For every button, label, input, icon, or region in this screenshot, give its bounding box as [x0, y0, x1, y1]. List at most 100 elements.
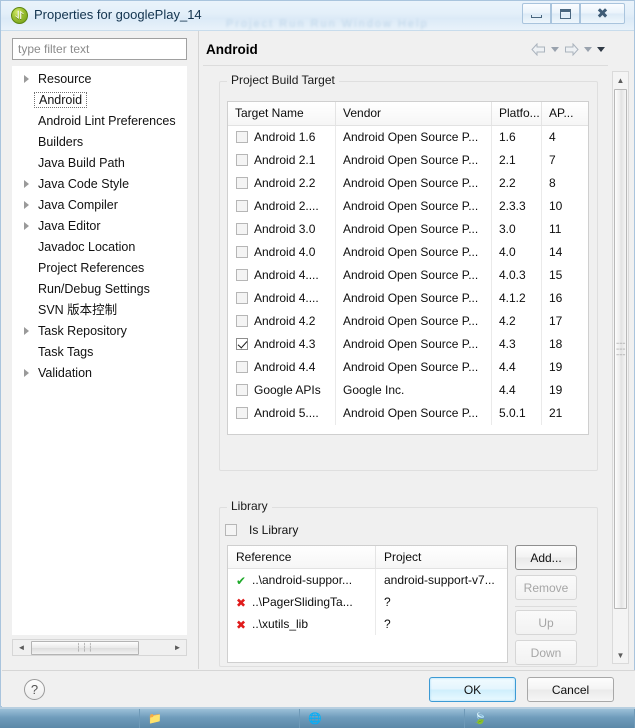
library-reference-table[interactable]: Reference Project ✔ ..\android-suppor... a… — [227, 545, 508, 663]
taskbar-item[interactable]: 🌐 — [300, 709, 465, 728]
target-checkbox[interactable] — [236, 246, 248, 258]
sidebar-item-svn[interactable]: SVN 版本控制 — [12, 300, 187, 321]
taskbar-item[interactable]: 🍃 — [465, 709, 635, 728]
add-library-button[interactable]: Add... — [515, 545, 577, 570]
back-arrow-icon[interactable] — [531, 43, 546, 56]
sidebar-item-android[interactable]: Android — [12, 90, 187, 111]
maximize-button[interactable] — [551, 3, 580, 24]
hscroll-thumb[interactable]: ┆┆┆ — [31, 640, 139, 655]
library-row[interactable]: ✔ ..\android-suppor... android-support-v7.… — [228, 569, 507, 591]
table-row[interactable]: Android 2.... Android Open Source P... 2.3… — [228, 195, 588, 218]
sidebar-item-java-editor[interactable]: Java Editor — [12, 216, 187, 237]
help-icon[interactable]: ? — [24, 679, 45, 700]
remove-library-button[interactable]: Remove — [515, 575, 577, 600]
move-up-button[interactable]: Up — [515, 610, 577, 635]
column-header-project[interactable]: Project — [376, 546, 507, 568]
back-dropdown-icon[interactable] — [551, 47, 559, 52]
target-name-cell[interactable]: Android 4.... — [228, 264, 336, 287]
table-row[interactable]: Android 2.2 Android Open Source P... 2.2 8 — [228, 172, 588, 195]
target-checkbox[interactable] — [236, 384, 248, 396]
chevron-right-icon[interactable] — [24, 327, 29, 335]
sidebar-item-run-debug-settings[interactable]: Run/Debug Settings — [12, 279, 187, 300]
table-row[interactable]: Android 4.... Android Open Source P... 4.0… — [228, 264, 588, 287]
library-row[interactable]: ✖ ..\xutils_lib? — [228, 613, 507, 635]
sidebar-item-java-compiler[interactable]: Java Compiler — [12, 195, 187, 216]
table-row[interactable]: Android 4.3 Android Open Source P... 4.3 18 — [228, 333, 588, 356]
target-name-cell[interactable]: Android 2.1 — [228, 149, 336, 172]
target-name-cell[interactable]: Android 4.... — [228, 287, 336, 310]
table-row[interactable]: Android 5.... Android Open Source P... 5.0… — [228, 402, 588, 425]
sidebar-item-resource[interactable]: Resource — [12, 69, 187, 90]
target-name-cell[interactable]: Android 4.0 — [228, 241, 336, 264]
table-row[interactable]: Android 4.2 Android Open Source P... 4.2 17 — [228, 310, 588, 333]
column-header-target-name[interactable]: Target Name — [228, 102, 336, 125]
forward-arrow-icon[interactable] — [564, 43, 579, 56]
sidebar-item-builders[interactable]: Builders — [12, 132, 187, 153]
chevron-right-icon[interactable] — [24, 222, 29, 230]
library-row[interactable]: ✖ ..\PagerSlidingTa...? — [228, 591, 507, 613]
table-row[interactable]: Google APIs Google Inc. 4.4 19 — [228, 379, 588, 402]
column-header-api[interactable]: AP... — [542, 102, 588, 125]
minimize-button[interactable] — [522, 3, 551, 24]
forward-dropdown-icon[interactable] — [584, 47, 592, 52]
target-name-cell[interactable]: Android 2.... — [228, 195, 336, 218]
target-checkbox[interactable] — [236, 407, 248, 419]
table-row[interactable]: Android 4.... Android Open Source P... 4.1… — [228, 287, 588, 310]
is-library-checkbox-row[interactable]: Is Library — [225, 523, 298, 537]
column-header-reference[interactable]: Reference — [228, 546, 376, 568]
scroll-right-icon[interactable]: ► — [169, 640, 186, 655]
reference-cell[interactable]: ✖ ..\xutils_lib — [228, 613, 376, 635]
table-row[interactable]: Android 2.1 Android Open Source P... 2.1 7 — [228, 149, 588, 172]
chevron-right-icon[interactable] — [24, 75, 29, 83]
table-row[interactable]: Android 3.0 Android Open Source P... 3.0 11 — [228, 218, 588, 241]
table-row[interactable]: Android 1.6 Android Open Source P... 1.6 4 — [228, 126, 588, 149]
target-name-cell[interactable]: Android 4.3 — [228, 333, 336, 356]
target-name-cell[interactable]: Android 1.6 — [228, 126, 336, 149]
target-checkbox[interactable] — [236, 131, 248, 143]
ok-button[interactable]: OK — [429, 677, 516, 702]
chevron-right-icon[interactable] — [24, 369, 29, 377]
target-name-cell[interactable]: Android 3.0 — [228, 218, 336, 241]
is-library-checkbox[interactable] — [225, 524, 237, 536]
taskbar-item[interactable]: 📁 — [140, 709, 300, 728]
table-row[interactable]: Android 4.0 Android Open Source P... 4.0 14 — [228, 241, 588, 264]
filter-input[interactable] — [12, 38, 187, 60]
target-checkbox[interactable] — [236, 154, 248, 166]
target-name-cell[interactable]: Google APIs — [228, 379, 336, 402]
target-checkbox[interactable] — [236, 223, 248, 235]
scroll-up-icon[interactable]: ▲ — [613, 72, 628, 88]
chevron-right-icon[interactable] — [24, 180, 29, 188]
target-checkbox[interactable] — [236, 269, 248, 281]
target-checkbox[interactable] — [236, 338, 248, 350]
move-down-button[interactable]: Down — [515, 640, 577, 665]
target-name-cell[interactable]: Android 4.2 — [228, 310, 336, 333]
build-target-table[interactable]: Target Name Vendor Platfo... AP... Andro… — [227, 101, 589, 435]
sidebar-item-task-repository[interactable]: Task Repository — [12, 321, 187, 342]
column-header-vendor[interactable]: Vendor — [336, 102, 492, 125]
scroll-left-icon[interactable]: ◄ — [13, 640, 30, 655]
sidebar-item-javadoc-location[interactable]: Javadoc Location — [12, 237, 187, 258]
close-button[interactable]: ✖ — [580, 3, 625, 24]
reference-cell[interactable]: ✖ ..\PagerSlidingTa... — [228, 591, 376, 613]
table-row[interactable]: Android 4.4 Android Open Source P... 4.4 19 — [228, 356, 588, 379]
sidebar-item-task-tags[interactable]: Task Tags — [12, 342, 187, 363]
cancel-button[interactable]: Cancel — [527, 677, 614, 702]
sidebar-item-java-code-style[interactable]: Java Code Style — [12, 174, 187, 195]
target-name-cell[interactable]: Android 4.4 — [228, 356, 336, 379]
target-checkbox[interactable] — [236, 361, 248, 373]
view-menu-icon[interactable] — [597, 47, 605, 52]
sidebar-item-java-build-path[interactable]: Java Build Path — [12, 153, 187, 174]
target-checkbox[interactable] — [236, 200, 248, 212]
column-header-platform[interactable]: Platfo... — [492, 102, 542, 125]
vscroll-thumb[interactable]: ┆┆┆ — [614, 89, 627, 609]
target-checkbox[interactable] — [236, 177, 248, 189]
target-checkbox[interactable] — [236, 315, 248, 327]
chevron-right-icon[interactable] — [24, 201, 29, 209]
tree-horizontal-scrollbar[interactable]: ◄ ┆┆┆ ► — [12, 639, 187, 656]
sidebar-item-android-lint-preferences[interactable]: Android Lint Preferences — [12, 111, 187, 132]
target-checkbox[interactable] — [236, 292, 248, 304]
content-vertical-scrollbar[interactable]: ▲ ┆┆┆ ▼ — [612, 71, 629, 664]
sidebar-item-project-references[interactable]: Project References — [12, 258, 187, 279]
reference-cell[interactable]: ✔ ..\android-suppor... — [228, 569, 376, 591]
taskbar-item[interactable] — [0, 709, 140, 728]
